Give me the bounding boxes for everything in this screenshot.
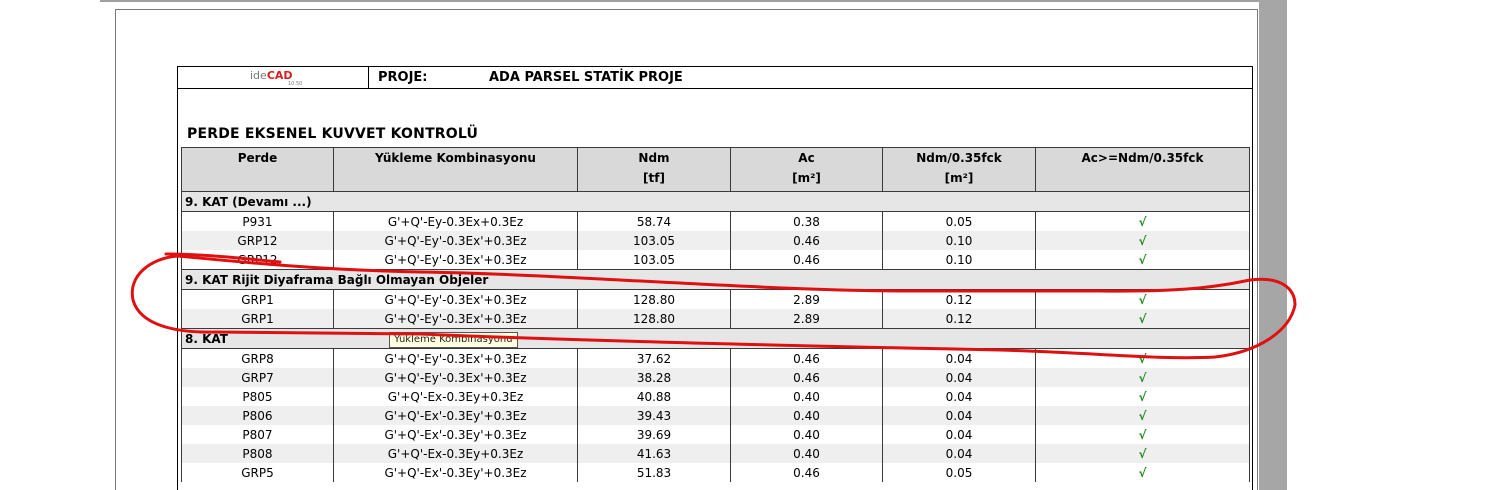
red-annotation (130, 252, 1297, 360)
red-freehand-outline (130, 254, 1297, 360)
